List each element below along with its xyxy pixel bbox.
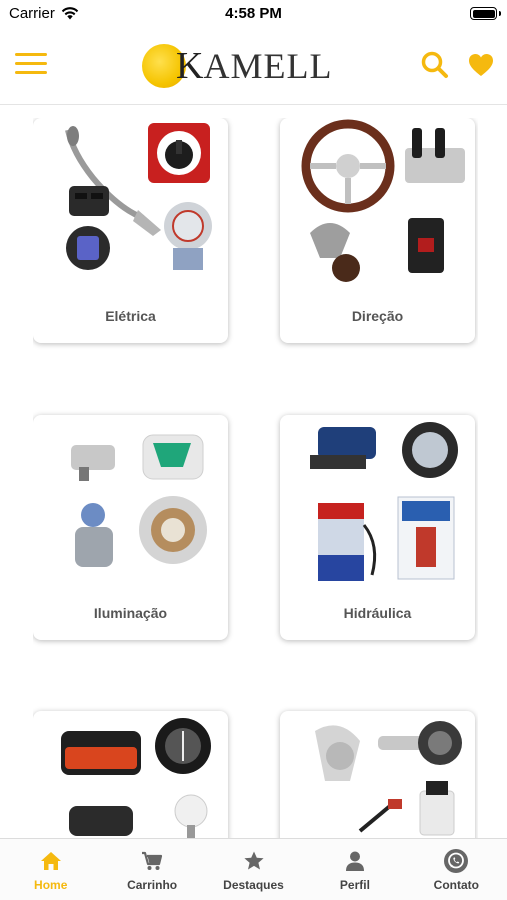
- tab-label: Carrinho: [127, 878, 178, 892]
- star-icon: [243, 851, 264, 870]
- category-5-image: [61, 718, 211, 838]
- tab-home[interactable]: Home: [0, 839, 101, 900]
- logo-letter: K: [176, 45, 204, 87]
- tab-label: Home: [34, 878, 68, 892]
- category-6-image: [315, 721, 462, 836]
- category-card-direcao[interactable]: Direção: [280, 118, 475, 343]
- battery-icon: [470, 7, 497, 20]
- tab-label: Destaques: [223, 878, 284, 892]
- category-label: Hidráulica: [343, 605, 412, 621]
- category-card-eletrica[interactable]: Elétrica: [33, 118, 228, 343]
- menu-icon[interactable]: [15, 53, 47, 77]
- category-card-hidraulica[interactable]: Hidráulica: [280, 415, 475, 640]
- app-header: K AMELL: [0, 30, 507, 105]
- logo-text: AMELL: [203, 46, 333, 86]
- brand-logo: K AMELL: [142, 40, 332, 92]
- category-grid: Elétrica Direção Iluminação Hidráulica: [33, 118, 478, 838]
- home-icon: [40, 852, 61, 870]
- tab-label: Contato: [433, 878, 479, 892]
- eletrica-image: [65, 123, 212, 270]
- tab-perfil[interactable]: Perfil: [304, 839, 405, 900]
- user-icon: [345, 851, 364, 871]
- whatsapp-icon: [444, 849, 469, 873]
- category-card-6[interactable]: [280, 711, 475, 838]
- search-icon[interactable]: [420, 50, 450, 80]
- tab-carrinho[interactable]: Carrinho: [101, 839, 202, 900]
- tab-destaques[interactable]: Destaques: [203, 839, 304, 900]
- tab-label: Perfil: [339, 878, 370, 892]
- category-card-iluminacao[interactable]: Iluminação: [33, 415, 228, 640]
- category-label: Direção: [351, 308, 404, 324]
- clock: 4:58 PM: [225, 5, 282, 22]
- tab-contato[interactable]: Contato: [406, 839, 507, 900]
- status-bar: Carrier 4:58 PM: [0, 0, 507, 30]
- hidraulica-image: [310, 422, 458, 581]
- bottom-tab-bar: Home Carrinho Destaques Perfil Contato: [0, 838, 507, 900]
- category-label: Elétrica: [105, 308, 156, 324]
- category-card-5[interactable]: [33, 711, 228, 838]
- category-label: Iluminação: [93, 605, 168, 621]
- cart-icon: [142, 851, 163, 870]
- heart-icon[interactable]: [466, 50, 496, 80]
- direcao-image: [301, 119, 465, 282]
- iluminacao-image: [71, 434, 207, 567]
